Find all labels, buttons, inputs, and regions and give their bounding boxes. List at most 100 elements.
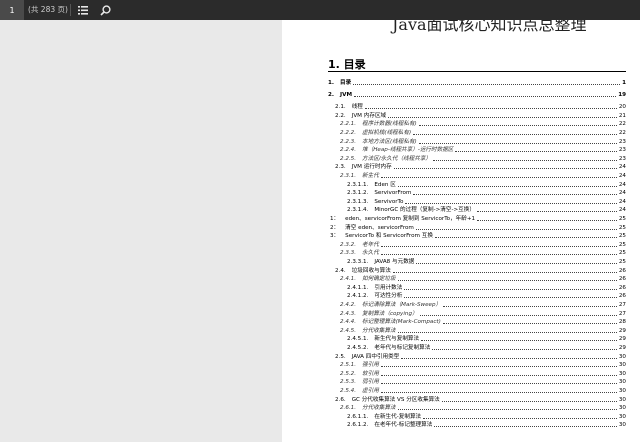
toc-entry[interactable]: 2.3.1.2. ServivorFrom 24	[282, 189, 626, 197]
toc-entry[interactable]: 2.3.2. 老年代 25	[282, 241, 626, 249]
toc-entry[interactable]: 2.4.1.2. 可达性分析 26	[282, 292, 626, 300]
toc-entry-label: 软引用	[362, 370, 379, 377]
toc-entry[interactable]: 2.6. GC 分代收集算法 VS 分区收集算法 30	[282, 396, 626, 404]
toc-entry[interactable]: 2. JVM 19	[282, 91, 626, 99]
toc-entry-number: 1：	[330, 216, 340, 222]
toc-entry-label: 分代收集算法	[362, 327, 396, 334]
toc-leader-dots	[393, 168, 617, 170]
current-page-input[interactable]: 1	[0, 0, 24, 20]
toc-entry[interactable]: 2.4. 垃圾回收与算法 26	[282, 267, 626, 275]
document-page[interactable]: Java面试核心知识点总整理 1. 目录 1. 目录 1 2. JVM 19 2.1. 线程 2…	[282, 20, 640, 442]
toc-entry[interactable]: 2.5. JAVA 四中引用类型 30	[282, 353, 626, 361]
toc-entry-label: 标记整理算法(Mark-Compact)	[362, 319, 441, 326]
toc-entry[interactable]: 2.2.5. 方法区/永久代（线程共享） 23	[282, 155, 626, 163]
toc-entry-page: 25	[618, 241, 626, 248]
toc-entry[interactable]: 2.4.5.1. 新生代与复制算法 29	[282, 335, 626, 343]
toc-entry[interactable]: 2.6.1.1. 在新生代-复制算法 30	[282, 413, 626, 421]
toc-entry[interactable]: 2.5.4. 虚引用 30	[282, 387, 626, 395]
toc-entry[interactable]: 2.2.4. 堆（Heap-线程共享）-运行时数据区 23	[282, 146, 626, 154]
toc-entry[interactable]: 2.4.5.2. 老年代与标记复制算法 29	[282, 344, 626, 352]
toc-entry[interactable]: 2.2.1. 程序计数器(线程私有) 22	[282, 120, 626, 128]
toc-entry-number: 2.6.1.	[340, 405, 357, 412]
toc-entry-page: 26	[618, 267, 626, 274]
toc-entry[interactable]: 2.6.1.2. 在老年代-标记整理算法 30	[282, 421, 626, 429]
toc-entry-label: 新生代	[362, 173, 379, 179]
toc-entry[interactable]: 2.3.1.4. MinorGC 的过程（复制->清空->互换） 24	[282, 206, 626, 214]
toc-leader-dots	[380, 392, 617, 393]
toc-entry[interactable]: 1. 目录 1	[282, 79, 626, 87]
toc-leader-dots	[476, 211, 617, 213]
toc-leader-dots	[392, 271, 617, 273]
toc-entry-number: 2.1.	[335, 104, 346, 110]
toc-entry[interactable]: 2.3.1. 新生代 24	[282, 172, 626, 180]
toc-entry-label: 本地方法区(线程私有)	[362, 138, 417, 145]
toc-entry[interactable]: 2.3.3. 永久代 25	[282, 249, 626, 257]
toc-entry-number: 2.5.4.	[340, 388, 357, 394]
toc-leader-dots	[418, 125, 617, 127]
toc-leader-dots	[380, 366, 617, 368]
toc-entry-label: ServicorTo 和 ServicorFrom 互换	[345, 233, 433, 240]
toc-leader-dots	[413, 194, 617, 196]
toc-entry[interactable]: 2.3.1.3. ServivorTo 24	[282, 198, 626, 206]
current-page-number: 1	[9, 5, 15, 15]
toc-entry-page: 30	[618, 422, 626, 429]
toc-entry-number: 2.2.2.	[340, 130, 357, 136]
toc-entry-label: 虚拟机栈(线程私有)	[362, 130, 412, 136]
toc-leader-dots	[397, 331, 617, 333]
toc-leader-dots	[455, 151, 617, 153]
toc-leader-dots	[380, 245, 617, 247]
toc-leader-dots	[434, 237, 617, 239]
toc-entry[interactable]: 2.1. 线程 20	[282, 103, 626, 111]
toc-entry-page: 30	[618, 370, 626, 377]
toc-heading-rule	[328, 71, 626, 72]
toc-entry-number: 2.4.2.	[340, 302, 357, 308]
toc-entry[interactable]: 2.6.1. 分代收集算法 30	[282, 404, 626, 412]
list-icon[interactable]	[76, 3, 90, 17]
toc-entry-page: 25	[618, 259, 626, 265]
toc-entry[interactable]: 2： 清空 eden、servicorFrom 25	[282, 224, 626, 232]
toc-entry-number: 2.3.1.1.	[347, 181, 369, 188]
toc-entry-label: 垃圾回收与算法	[351, 267, 391, 274]
toc-entry-page: 24	[618, 164, 626, 171]
toc-entry[interactable]: 2.5.3. 弱引用 30	[282, 378, 626, 386]
toc-entry[interactable]: 3： ServicorTo 和 ServicorFrom 互换 25	[282, 232, 626, 240]
search-icon[interactable]	[98, 3, 112, 17]
toc-entry[interactable]: 2.4.1.1. 引用计数法 26	[282, 284, 626, 292]
toc-entry-label: 方法区/永久代（线程共享）	[362, 155, 432, 162]
toc-entry-page: 30	[618, 353, 626, 360]
toc-entry-number: 2.2.5.	[340, 155, 357, 162]
page-count: (共 283 页)	[28, 5, 68, 14]
toc-leader-dots	[380, 383, 617, 385]
toc-leader-dots	[364, 108, 617, 109]
toc-entry-number: 2.4.4.	[340, 319, 357, 326]
toc-entry[interactable]: 2.4.4. 标记整理算法(Mark-Compact) 28	[282, 318, 626, 326]
toc-entry-page: 25	[618, 233, 626, 240]
toc-entry-number: 2.4.5.2.	[347, 345, 369, 351]
toc-entry-label: 引用计数法	[374, 284, 403, 291]
toc-entry[interactable]: 2.4.5. 分代收集算法 29	[282, 327, 626, 335]
toc-entry[interactable]: 2.4.1. 如何确定垃圾 26	[282, 275, 626, 283]
toc-entry-label: ServivorFrom	[374, 190, 412, 197]
toc-entry[interactable]: 2.5.1. 强引用 30	[282, 361, 626, 369]
toc-leader-dots	[380, 374, 617, 376]
toc-leader-dots	[401, 357, 617, 359]
toc-entry[interactable]: 2.2.3. 本地方法区(线程私有) 23	[282, 138, 626, 146]
toc-entry-label: Eden 区	[374, 181, 396, 188]
toc-entry[interactable]: 2.5.2. 软引用 30	[282, 370, 626, 378]
toc-entry[interactable]: 2.2. JVM 内存区域 21	[282, 112, 626, 120]
toc-entry[interactable]: 1： eden、servicorFrom 复制到 ServicorTo，年龄+1 2…	[282, 215, 626, 223]
toc-entry-label: 虚引用	[362, 388, 379, 394]
toc-entry[interactable]: 2.2.2. 虚拟机栈(线程私有) 22	[282, 129, 626, 137]
toc-entry-label: 永久代	[362, 250, 379, 257]
toc-entry-page: 30	[618, 362, 626, 369]
toc-entry[interactable]: 2.4.2. 标记清除算法（Mark-Sweep） 27	[282, 301, 626, 309]
toc-entry[interactable]: 2.3.1.1. Eden 区 24	[282, 181, 626, 189]
toc-entry[interactable]: 2.3.3.1. JAVA8 与元数据 25	[282, 258, 626, 266]
toc-entry[interactable]: 2.3. JVM 运行时内存 24	[282, 163, 626, 171]
toc-entry[interactable]: 2.4.3. 复制算法（copying） 27	[282, 310, 626, 318]
toc-leader-dots	[421, 340, 617, 342]
toc-entry-label: 老年代与标记复制算法	[374, 345, 431, 351]
toc-entry-number: 2.3.1.2.	[347, 190, 369, 197]
toc-leader-dots	[380, 177, 617, 178]
toc-leader-dots	[418, 142, 617, 144]
